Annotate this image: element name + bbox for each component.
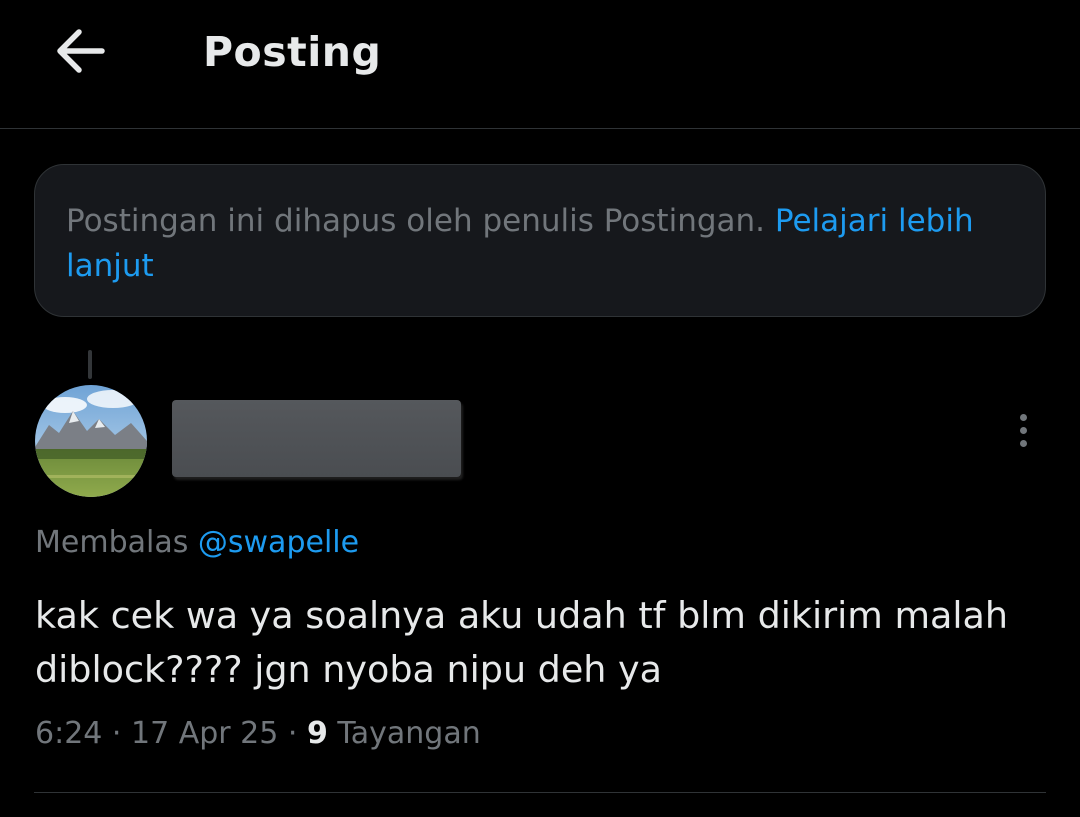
meta-separator: ·: [111, 716, 122, 751]
more-vertical-icon: [1019, 413, 1027, 421]
views-count: 9: [306, 716, 328, 751]
reply-handle-link[interactable]: @swapelle: [198, 525, 359, 560]
post-date[interactable]: 17 Apr 25: [131, 716, 278, 751]
top-bar: Posting: [0, 0, 1080, 129]
post-time[interactable]: 6:24: [35, 716, 102, 751]
reply-prefix: Membalas: [35, 525, 189, 560]
divider: [34, 792, 1046, 793]
post-meta: 6:24 · 17 Apr 25 · 9 Tayangan: [35, 716, 481, 751]
thread-connector-line: [88, 350, 92, 379]
page-title: Posting: [203, 28, 382, 76]
deleted-post-notice: Postingan ini dihapus oleh penulis Posti…: [34, 164, 1046, 317]
meta-separator-2: ·: [287, 716, 298, 751]
arrow-left-icon: [57, 29, 105, 73]
redacted-display-name[interactable]: [172, 400, 461, 477]
post-text: kak cek wa ya soalnya aku udah tf blm di…: [35, 594, 1009, 691]
views-label[interactable]: Tayangan: [337, 716, 480, 751]
more-options-button[interactable]: [1000, 405, 1046, 455]
avatar-image: [35, 385, 147, 497]
notice-text: Postingan ini dihapus oleh penulis Posti…: [66, 203, 766, 239]
back-button[interactable]: [40, 18, 120, 84]
avatar[interactable]: [35, 385, 147, 497]
replying-to: Membalas @swapelle: [35, 525, 359, 560]
